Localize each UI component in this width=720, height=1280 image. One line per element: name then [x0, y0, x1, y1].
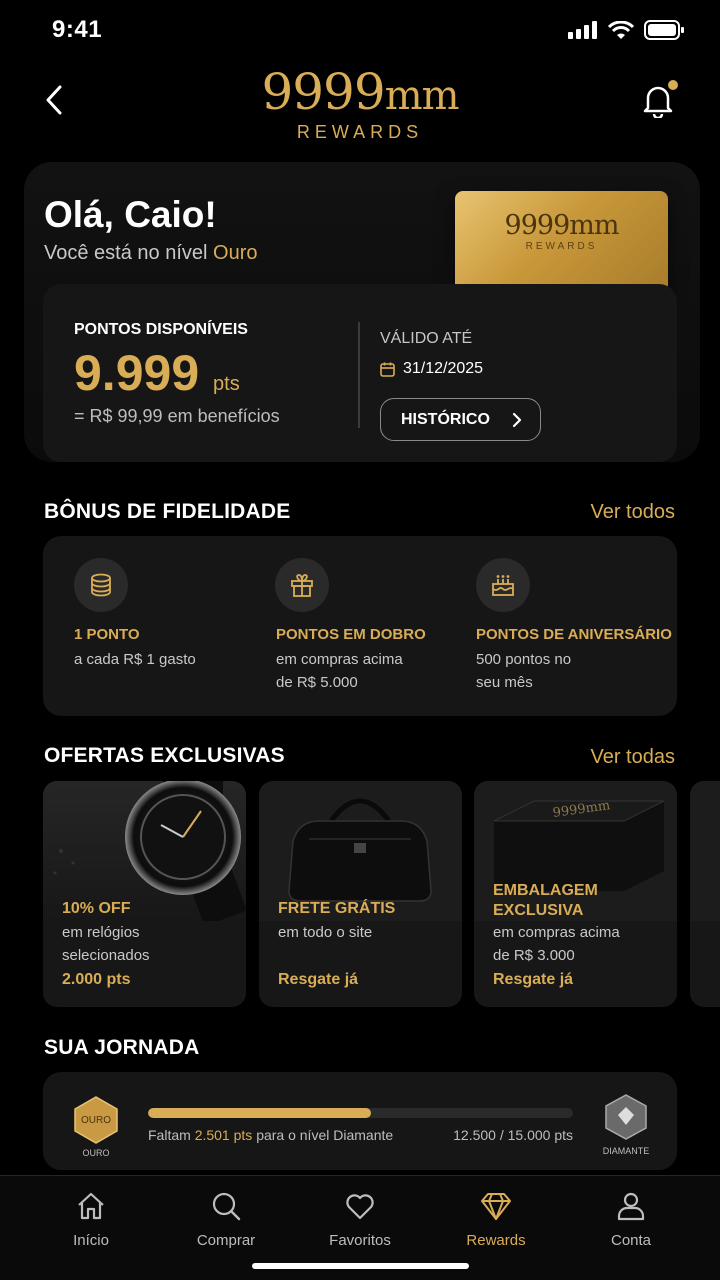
heart-icon: [346, 1194, 374, 1220]
offer-desc: em compras acima de R$ 3.000: [493, 924, 620, 964]
home-icon: [78, 1192, 104, 1220]
gold-badge: OURO OURO: [70, 1095, 122, 1159]
offer-action: Resgate já: [278, 971, 359, 988]
valid-date: 31/12/2025: [380, 360, 483, 378]
journey-title: SUA JORNADA: [44, 1036, 200, 1059]
journey-progress-text: 12.500 / 15.000 pts: [453, 1127, 573, 1143]
card-sub: REWARDS: [525, 241, 598, 252]
from-level-label: OURO: [82, 1148, 110, 1158]
brand-logo: 9999mm REWARDS: [0, 64, 720, 143]
membership-card: 9999mm REWARDS: [455, 191, 668, 293]
bonus-item-desc: em compras acima de R$ 5.000: [276, 651, 403, 691]
chevron-right-icon: [512, 412, 522, 427]
bonus-item-desc: 500 pontos no seu mês: [476, 651, 572, 691]
brand-sub: REWARDS: [296, 122, 424, 142]
offers-see-all[interactable]: Ver todas: [590, 746, 675, 769]
status-icons: [568, 20, 684, 40]
bonus-item-title: PONTOS EM DOBRO: [276, 626, 426, 643]
history-button[interactable]: HISTÓRICO: [380, 398, 541, 441]
hexagon-icon: OURO: [74, 1096, 118, 1144]
offers-title: OFERTAS EXCLUSIVAS: [44, 744, 285, 767]
progress-track: [148, 1108, 573, 1118]
to-level-label: DIAMANTE: [602, 1146, 650, 1156]
calendar-icon: [380, 362, 395, 377]
diamond-icon: [481, 1193, 511, 1220]
offer-title: EMBALAGEM EXCLUSIVA: [493, 882, 598, 919]
offer-title: 10% OFF: [62, 900, 131, 917]
notification-dot: [668, 80, 678, 90]
status-bar: 9:41: [0, 0, 720, 60]
offer-desc: em todo o site: [278, 924, 373, 941]
search-icon: [212, 1192, 241, 1221]
offer-card-partial[interactable]: [690, 781, 720, 1007]
cake-icon: [476, 558, 530, 612]
bonus-item-title: 1 PONTO: [74, 626, 140, 643]
points-unit: pts: [213, 373, 240, 395]
tab-conta[interactable]: Conta: [571, 1188, 691, 1249]
offer-action: Resgate já: [493, 971, 574, 988]
offer-card-packaging[interactable]: 9999mm EMBALAGEM EXCLUSIVA em compras aci…: [474, 781, 677, 1007]
tab-comprar[interactable]: Comprar: [166, 1188, 286, 1249]
bonus-title: BÔNUS DE FIDELIDADE: [44, 500, 291, 523]
valid-label: VÁLIDO ATÉ: [380, 330, 473, 347]
home-indicator: [252, 1263, 469, 1269]
brand-mark: 9999mm: [261, 63, 459, 121]
level-name: Ouro: [213, 242, 258, 264]
gift-icon: [275, 558, 329, 612]
points-value: 9.999 pts: [74, 345, 240, 401]
offer-image: [690, 781, 720, 921]
battery-icon: [644, 20, 684, 40]
notifications-button[interactable]: [640, 80, 678, 120]
diamond-badge: DIAMANTE: [596, 1093, 656, 1157]
greeting: Olá, Caio!: [44, 194, 217, 235]
level-text: Você está no nível Ouro: [44, 242, 258, 264]
offer-action: 2.000 pts: [62, 971, 131, 988]
offer-desc: em relógios selecionados: [62, 924, 150, 964]
offer-title: FRETE GRÁTIS: [278, 900, 396, 917]
journey-remaining: Faltam 2.501 pts para o nível Diamante: [148, 1127, 394, 1143]
coins-icon: [74, 558, 128, 612]
bonus-item-title: PONTOS DE ANIVERSÁRIO: [476, 626, 672, 643]
points-equivalent: = R$ 99,99 em benefícios: [74, 406, 280, 426]
tab-inicio[interactable]: Início: [31, 1188, 151, 1249]
user-icon: [617, 1192, 645, 1221]
offer-card-shipping[interactable]: FRETE GRÁTIS em todo o site Resgate já: [259, 781, 462, 1007]
points-divider: [358, 322, 360, 428]
points-label: PONTOS DISPONÍVEIS: [74, 321, 248, 338]
progress-fill: [148, 1108, 371, 1118]
svg-text:OURO: OURO: [81, 1115, 111, 1126]
signal-icon: [568, 21, 597, 39]
tab-rewards[interactable]: Rewards: [436, 1188, 556, 1249]
tab-favoritos[interactable]: Favoritos: [300, 1188, 420, 1249]
journey-panel: [43, 1072, 677, 1170]
status-time: 9:41: [52, 16, 103, 43]
wifi-icon: [608, 20, 634, 39]
offer-card-watches[interactable]: 10% OFF em relógios selecionados 2.000 pt…: [43, 781, 246, 1007]
bonus-see-all[interactable]: Ver todos: [590, 501, 675, 524]
bonus-item-desc: a cada R$ 1 gasto: [74, 651, 196, 668]
hexagon-icon: [605, 1094, 647, 1140]
card-mark: 9999mm: [504, 210, 620, 241]
